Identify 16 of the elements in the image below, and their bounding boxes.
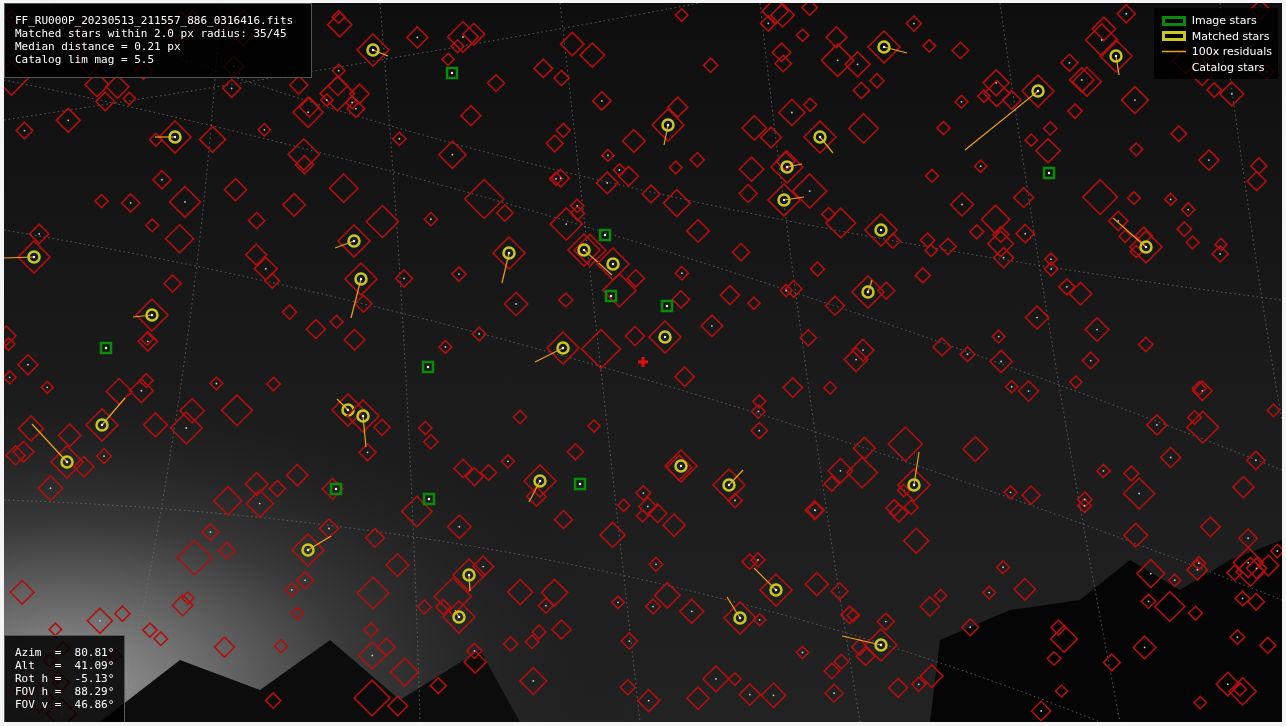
info-line: Alt = 41.09°	[15, 659, 115, 672]
image-star-swatch-icon	[1161, 15, 1186, 26]
info-line: Matched stars within 2.0 px radius: 35/45	[15, 27, 288, 40]
info-line: FF_RU000P_20230513_211557_886_0316416.fits	[15, 14, 295, 27]
info-line: Azim = 80.81°	[15, 646, 115, 659]
matched-star-swatch-icon	[1161, 31, 1186, 42]
legend-label: Catalog stars	[1191, 59, 1265, 75]
info-line: FOV v = 46.86°	[15, 698, 115, 711]
legend-label: 100x residuals	[1191, 44, 1272, 60]
info-line: Median distance = 0.21 px	[15, 40, 182, 53]
info-line: Catalog lim mag = 5.5	[15, 53, 156, 66]
legend-label: Matched stars	[1191, 28, 1270, 44]
info-line: FOV h = 88.29°	[15, 685, 115, 698]
line-icon	[1161, 50, 1186, 54]
info-line: Rot h = -5.13°	[15, 672, 115, 685]
legend-label: Image stars	[1191, 13, 1257, 29]
